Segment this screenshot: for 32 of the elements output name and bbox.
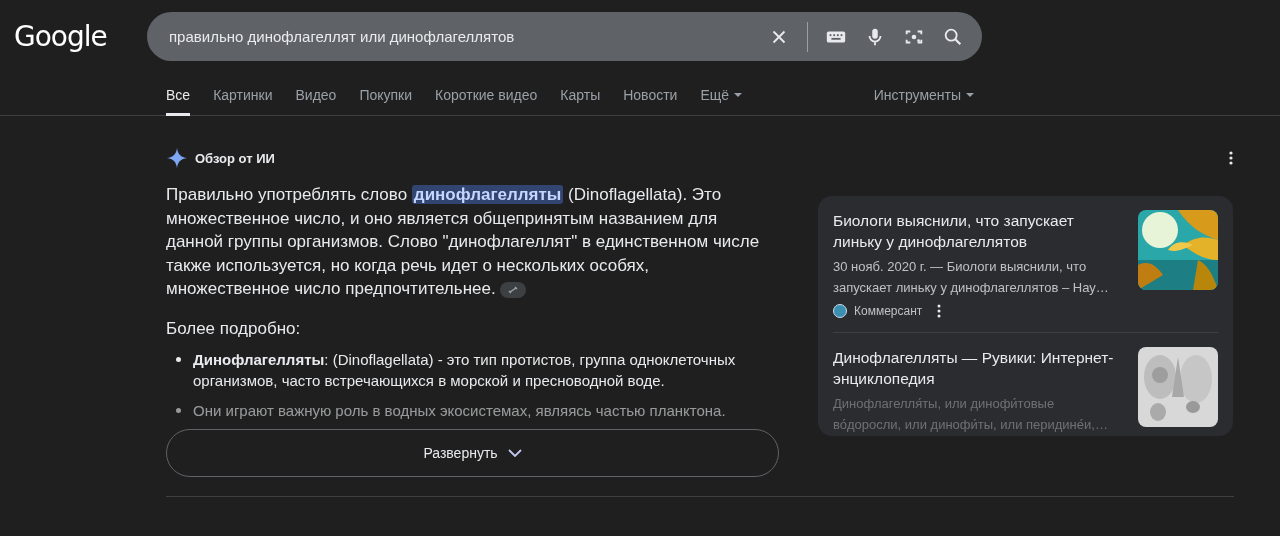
link-icon[interactable] xyxy=(500,281,527,298)
site-favicon-icon xyxy=(833,304,847,318)
source-snippet: 30 нояб. 2020 г. — Биологи выяснили, что запускает линьку у динофлагеллятов – Нау… xyxy=(833,258,1110,297)
caret-icon xyxy=(966,93,974,97)
more-icon[interactable] xyxy=(937,304,942,318)
search-field[interactable]: правильно динофлагеллят или динофлагеллятов xyxy=(167,27,751,46)
tab[interactable]: Видео xyxy=(295,77,337,116)
bullet-text: Динофлагелляты: (Dinoflagellata) - это тип протистов, группа одноклеточных организмов, часто встречающихся в морской и пресноводной воде. xyxy=(193,349,737,391)
tools-button[interactable]: Инструменты xyxy=(873,77,974,116)
chevron-down-icon xyxy=(507,448,522,457)
tab[interactable]: Новости xyxy=(623,77,678,116)
more-heading: Более подробно: xyxy=(166,318,302,339)
answer-paragraph: Правильно употреблять слово динофлагелляты (Dinoflagellata). Это множественное число, и оно является общепринятым названием для данной группы организмов. Слово "динофлагеллят" в единственном числе также используется, но когда речь идет о нескольких особях, множественное число предпочтительнее. xyxy=(166,184,761,301)
more-icon[interactable] xyxy=(1229,151,1233,165)
tab[interactable]: Короткие видео xyxy=(435,77,538,116)
tab[interactable]: Покупки xyxy=(359,77,413,116)
tab[interactable]: Все xyxy=(166,77,191,116)
tab[interactable]: Ещё xyxy=(700,77,743,116)
source-title[interactable]: Динофлагелляты — Рувики: Интернет-энциклопедия xyxy=(833,347,1124,389)
bullet-icon xyxy=(176,356,181,362)
source-title[interactable]: Биологи выяснили, что запускает линьку у динофлагеллятов xyxy=(833,210,1124,252)
tab[interactable]: Картинки xyxy=(213,77,273,116)
expand-button[interactable]: Развернуть xyxy=(166,428,779,477)
search-bar[interactable]: правильно динофлагеллят или динофлагеллятов xyxy=(147,12,982,61)
google-logo[interactable]: Google xyxy=(14,20,147,53)
bullet-icon xyxy=(176,407,181,413)
overview-title: Обзор от ИИ xyxy=(195,150,275,166)
sparkle-icon xyxy=(166,147,188,169)
bullet-text: Они играют важную роль в водных экосистемах, являясь частью планктона. xyxy=(193,400,726,421)
site-name[interactable]: Коммерсант xyxy=(854,304,923,318)
source-snippet: Динофлагелля́ты, или динофи́товые во́доросли, или динофи́ты, или перидине́и,… xyxy=(833,395,1109,434)
tab[interactable]: Карты xyxy=(560,77,601,116)
